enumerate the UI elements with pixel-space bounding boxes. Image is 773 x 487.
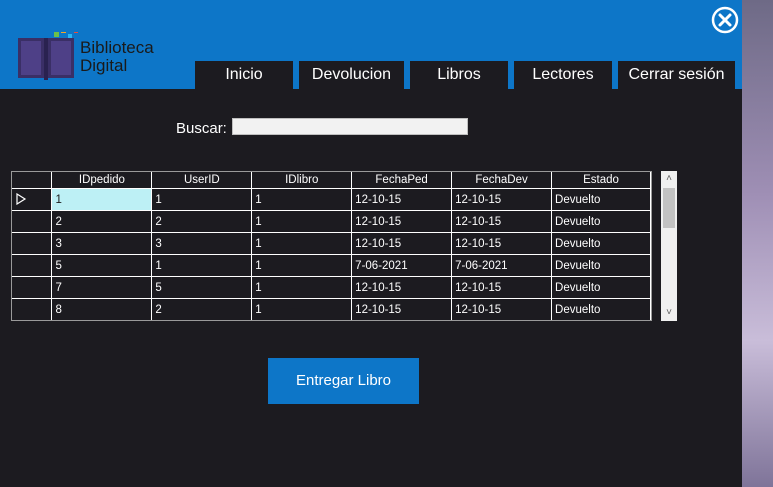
row-header[interactable] [12, 276, 53, 299]
table-cell[interactable]: Devuelto [551, 276, 651, 299]
table-cell[interactable]: 8 [51, 298, 153, 320]
triangle-right-icon [16, 193, 27, 206]
row-header[interactable] [12, 188, 53, 211]
table-cell[interactable]: 1 [251, 232, 353, 255]
table-cell[interactable]: 12-10-15 [351, 232, 453, 255]
row-header[interactable] [12, 232, 53, 255]
row-header-corner [12, 172, 53, 189]
table-row[interactable]: 2 2 1 12-10-15 12-10-15 Devuelto [12, 210, 651, 233]
tab-libros[interactable]: Libros [410, 61, 508, 89]
tab-devolucion[interactable]: Devolucion [299, 61, 404, 89]
table-row[interactable]: 1 1 1 12-10-15 12-10-15 Devuelto [12, 188, 651, 211]
table-row[interactable]: 7 5 1 12-10-15 12-10-15 Devuelto [12, 276, 651, 299]
table-cell[interactable]: 12-10-15 [451, 298, 553, 320]
row-header[interactable] [12, 298, 53, 320]
table-row[interactable]: 3 3 1 12-10-15 12-10-15 Devuelto [12, 232, 651, 255]
table-cell[interactable]: 3 [51, 232, 153, 255]
app-logo-text: Biblioteca Digital [80, 39, 154, 75]
table-header-row: IDpedido UserID IDlibro FechaPed FechaDe… [12, 172, 651, 189]
tab-lectores[interactable]: Lectores [514, 61, 612, 89]
row-header[interactable] [12, 254, 53, 277]
table-cell[interactable]: 2 [151, 210, 253, 233]
table-row[interactable]: 8 2 1 12-10-15 12-10-15 Devuelto [12, 298, 651, 320]
search-input[interactable] [232, 118, 468, 135]
table-cell[interactable]: 1 [251, 298, 353, 320]
table-cell[interactable]: 7 [51, 276, 153, 299]
table-cell[interactable]: Devuelto [551, 210, 651, 233]
table-cell[interactable]: 5 [151, 276, 253, 299]
entregar-libro-button[interactable]: Entregar Libro [268, 358, 419, 404]
table-cell[interactable]: Devuelto [551, 298, 651, 320]
logo-line-1: Biblioteca [80, 38, 154, 57]
table-cell[interactable]: 1 [251, 276, 353, 299]
table-cell[interactable]: 1 [251, 210, 353, 233]
table-cell[interactable]: Devuelto [551, 188, 651, 211]
main-window: Biblioteca Digital Inicio Devolucion Lib… [0, 0, 742, 487]
table-cell[interactable]: 12-10-15 [451, 210, 553, 233]
table-cell[interactable]: Devuelto [551, 254, 651, 277]
table-cell[interactable]: 2 [151, 298, 253, 320]
table-cell[interactable]: 1 [51, 188, 153, 211]
book-logo-icon [18, 32, 78, 80]
table-cell[interactable]: 1 [151, 188, 253, 211]
table-cell[interactable]: 12-10-15 [351, 210, 453, 233]
row-header[interactable] [12, 210, 53, 233]
table-cell[interactable]: 12-10-15 [351, 188, 453, 211]
column-header[interactable]: FechaDev [451, 172, 553, 189]
table-cell[interactable]: 7-06-2021 [451, 254, 553, 277]
table-cell[interactable]: 7-06-2021 [351, 254, 453, 277]
scroll-down-icon[interactable]: ˅ [661, 305, 677, 321]
scroll-up-icon[interactable]: ˄ [661, 171, 677, 187]
header-bar: Biblioteca Digital Inicio Devolucion Lib… [0, 0, 742, 89]
table-cell[interactable]: 12-10-15 [351, 298, 453, 320]
search-label: Buscar: [176, 120, 227, 137]
logo-line-2: Digital [80, 56, 128, 75]
scrollbar-thumb[interactable] [663, 188, 675, 228]
loans-table: IDpedido UserID IDlibro FechaPed FechaDe… [12, 172, 651, 320]
column-header[interactable]: Estado [551, 172, 651, 189]
tab-cerrar-sesion[interactable]: Cerrar sesión [618, 61, 735, 89]
app-logo: Biblioteca Digital [18, 12, 168, 82]
close-icon[interactable] [711, 6, 739, 34]
column-header[interactable]: UserID [151, 172, 253, 189]
table-row[interactable]: 5 1 1 7-06-2021 7-06-2021 Devuelto [12, 254, 651, 277]
table-cell[interactable]: 12-10-15 [451, 232, 553, 255]
table-cell[interactable]: 12-10-15 [351, 276, 453, 299]
table-cell[interactable]: 1 [251, 254, 353, 277]
loans-grid: IDpedido UserID IDlibro FechaPed FechaDe… [11, 171, 652, 321]
column-header[interactable]: FechaPed [351, 172, 453, 189]
table-cell[interactable]: 1 [251, 188, 353, 211]
table-cell[interactable]: 5 [51, 254, 153, 277]
desktop-background-right [742, 0, 773, 487]
grid-vertical-scrollbar[interactable]: ˄ ˅ [661, 171, 677, 321]
table-cell[interactable]: 12-10-15 [451, 188, 553, 211]
table-cell[interactable]: Devuelto [551, 232, 651, 255]
table-cell[interactable]: 3 [151, 232, 253, 255]
column-header[interactable]: IDlibro [251, 172, 353, 189]
table-cell[interactable]: 2 [51, 210, 153, 233]
column-header[interactable]: IDpedido [51, 172, 153, 189]
table-cell[interactable]: 1 [151, 254, 253, 277]
table-cell[interactable]: 12-10-15 [451, 276, 553, 299]
tab-inicio[interactable]: Inicio [195, 61, 293, 89]
